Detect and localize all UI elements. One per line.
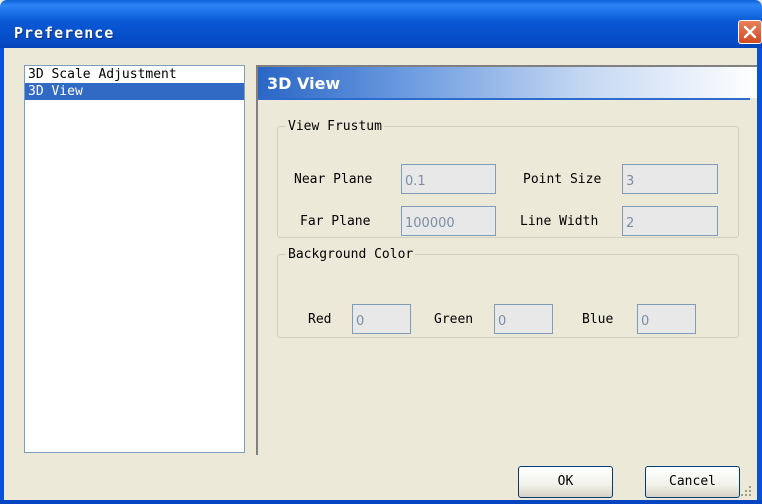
blue-label: Blue (582, 312, 614, 327)
far-plane-label: Far Plane (300, 214, 371, 229)
settings-panel: 3D View View Frustum Near Plane Far Plan… (256, 65, 757, 455)
close-icon (743, 25, 757, 39)
title-bar[interactable]: Preference (0, 0, 762, 48)
window-frame-right (757, 48, 762, 504)
background-color-group: Background Color Red Green Blue (277, 247, 739, 338)
view-frustum-group: View Frustum Near Plane Far Plane Point … (277, 119, 739, 238)
close-button[interactable] (738, 20, 762, 44)
line-width-label: Line Width (520, 214, 599, 229)
panel-header-divider (258, 98, 750, 100)
panel-title: 3D View (267, 74, 341, 93)
point-size-field[interactable] (622, 164, 718, 194)
green-label: Green (434, 312, 474, 327)
red-field[interactable] (352, 304, 411, 334)
window-title: Preference (14, 24, 115, 42)
window-frame-bottom (0, 500, 762, 504)
blue-field[interactable] (637, 304, 696, 334)
near-plane-field[interactable] (401, 164, 496, 194)
window-frame-left (0, 48, 4, 504)
category-list[interactable]: 3D Scale Adjustment 3D View (24, 65, 245, 453)
view-frustum-legend: View Frustum (288, 119, 382, 134)
list-item-3d-scale-adjustment[interactable]: 3D Scale Adjustment (25, 66, 244, 83)
near-plane-label: Near Plane (294, 172, 373, 187)
red-label: Red (308, 312, 332, 327)
resize-grip-icon[interactable] (737, 482, 753, 498)
line-width-field[interactable] (622, 206, 718, 236)
ok-button[interactable]: OK (518, 466, 613, 498)
panel-header: 3D View (258, 67, 757, 98)
list-item-3d-view[interactable]: 3D View (25, 83, 244, 100)
point-size-label: Point Size (523, 172, 602, 187)
cancel-button[interactable]: Cancel (645, 466, 740, 498)
far-plane-field[interactable] (401, 206, 496, 236)
background-color-legend: Background Color (288, 247, 414, 262)
green-field[interactable] (494, 304, 553, 334)
